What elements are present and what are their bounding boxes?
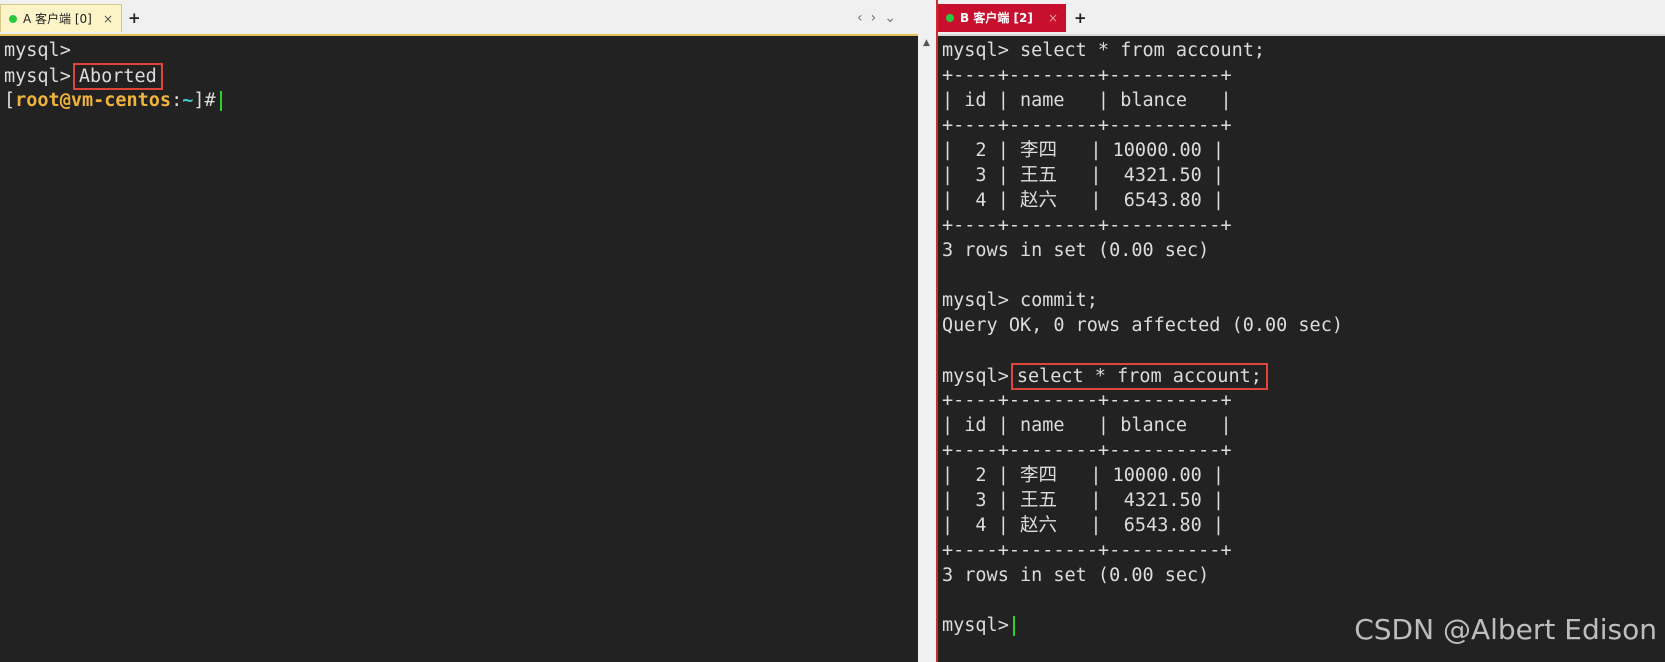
terminal-line-text: +----+--------+----------+ [942, 115, 1232, 136]
terminal-line-text: | 3 | 王五 | 4321.50 | [942, 165, 1225, 186]
terminal-line: mysql> Aborted [4, 63, 918, 90]
terminal-line-text: Query OK, 0 rows affected (0.00 sec) [942, 315, 1343, 336]
tab-label: B 客户端 [2] [960, 11, 1033, 25]
terminal-line: mysql> select * from account; [942, 363, 1665, 390]
terminal-line-text: +----+--------+----------+ [942, 540, 1232, 561]
terminal-line: +----+--------+----------+ [942, 63, 1665, 88]
terminal-line: | 3 | 王五 | 4321.50 | [942, 163, 1665, 188]
terminal-line: | id | name | blance | [942, 413, 1665, 438]
terminal-line: +----+--------+----------+ [942, 213, 1665, 238]
status-dot-icon [9, 14, 17, 23]
terminal-line-text: mysql> [942, 615, 1009, 636]
terminal-line-text: +----+--------+----------+ [942, 440, 1232, 461]
terminal-line: | 2 | 李四 | 10000.00 | [942, 463, 1665, 488]
tab-label: A 客户端 [0] [23, 12, 92, 26]
terminal-output-b[interactable]: mysql> select * from account; +----+-----… [942, 38, 1665, 638]
terminal-line: | 2 | 李四 | 10000.00 | [942, 138, 1665, 163]
close-icon[interactable]: × [103, 5, 113, 33]
terminal-line: mysql> select * from account; [942, 38, 1665, 63]
watermark: CSDN @Albert Edison [1354, 613, 1657, 646]
mysql-prompt: mysql> [4, 66, 71, 87]
terminal-line: 3 rows in set (0.00 sec) [942, 563, 1665, 588]
text-cursor [1012, 616, 1015, 636]
terminal-line: | 4 | 赵六 | 6543.80 | [942, 188, 1665, 213]
shell-user-host: root@vm-centos [15, 90, 172, 111]
terminal-line-text: | 4 | 赵六 | 6543.80 | [942, 515, 1225, 536]
text-cursor [219, 91, 222, 111]
terminal-line: mysql> [4, 40, 71, 61]
highlighted-command: select * from account; [1010, 363, 1268, 390]
add-tab-button[interactable]: + [128, 4, 141, 32]
terminal-line: +----+--------+----------+ [942, 113, 1665, 138]
add-tab-button[interactable]: + [1074, 4, 1087, 32]
terminal-line-text: | 4 | 赵六 | 6543.80 | [942, 190, 1225, 211]
terminal-line: 3 rows in set (0.00 sec) [942, 238, 1665, 263]
tab-bar-a: A 客户端 [0] × + ‹›⌄ [0, 0, 918, 36]
terminal-line-text: +----+--------+----------+ [942, 390, 1232, 411]
terminal-line-text: mysql> select * from account; [942, 40, 1266, 61]
terminal-line-text: +----+--------+----------+ [942, 65, 1232, 86]
terminal-line-text: | 2 | 李四 | 10000.00 | [942, 465, 1225, 486]
terminal-line-text: 3 rows in set (0.00 sec) [942, 565, 1210, 586]
chevron-down-icon[interactable]: ⌄ [884, 10, 904, 26]
shell-prompt-line: [root@vm-centos:~]# [4, 88, 918, 113]
tab-bar-b: B 客户端 [2] × + [938, 0, 1665, 36]
terminal-line: Query OK, 0 rows affected (0.00 sec) [942, 313, 1665, 338]
scroll-up-icon[interactable]: ▲ [923, 38, 930, 48]
close-icon[interactable]: × [1048, 4, 1058, 32]
highlighted-text: Aborted [72, 63, 163, 90]
shell-cwd: ~ [182, 90, 194, 111]
terminal-pane-b[interactable]: B 客户端 [2] × + mysql> select * from accou… [938, 0, 1665, 662]
terminal-line-text: mysql> [942, 366, 1009, 387]
terminal-line-text: | 3 | 王五 | 4321.50 | [942, 490, 1225, 511]
terminal-line-text: +----+--------+----------+ [942, 215, 1232, 236]
terminal-pane-a[interactable]: A 客户端 [0] × + ‹›⌄ mysql> mysql> Aborted [… [0, 0, 918, 662]
tab-client-b[interactable]: B 客户端 [2] × [938, 4, 1066, 32]
terminal-line-text: | id | name | blance | [942, 90, 1232, 111]
terminal-line: mysql> commit; [942, 288, 1665, 313]
terminal-line-text: mysql> commit; [942, 290, 1098, 311]
pane-divider[interactable]: ▲ [918, 0, 938, 662]
tab-client-a[interactable]: A 客户端 [0] × [0, 4, 122, 32]
terminal-line-text: | 2 | 李四 | 10000.00 | [942, 140, 1225, 161]
terminal-line-text: 3 rows in set (0.00 sec) [942, 240, 1210, 261]
chevron-left-icon[interactable]: ‹ [857, 10, 871, 26]
terminal-line: | id | name | blance | [942, 88, 1665, 113]
terminal-line: | 4 | 赵六 | 6543.80 | [942, 513, 1665, 538]
tab-nav: ‹›⌄ [857, 4, 904, 32]
status-dot-icon [946, 13, 954, 22]
chevron-right-icon[interactable]: › [871, 10, 885, 26]
terminal-output-a[interactable]: mysql> mysql> Aborted [root@vm-centos:~]# [4, 38, 918, 113]
terminal-line: +----+--------+----------+ [942, 388, 1665, 413]
terminal-line-text: | id | name | blance | [942, 415, 1232, 436]
terminal-line: | 3 | 王五 | 4321.50 | [942, 488, 1665, 513]
terminal-line: +----+--------+----------+ [942, 438, 1665, 463]
terminal-line: +----+--------+----------+ [942, 538, 1665, 563]
